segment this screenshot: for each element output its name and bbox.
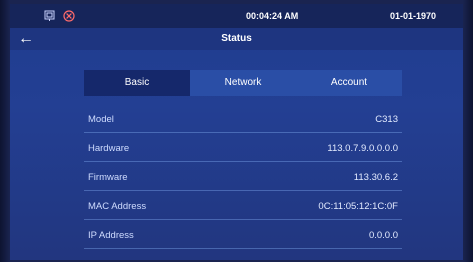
info-row-model: Model C313 — [84, 104, 402, 133]
info-label: Firmware — [88, 172, 128, 183]
info-value: C313 — [375, 114, 398, 125]
info-value: 113.0.7.9.0.0.0.0 — [327, 143, 398, 154]
tab-bar: Basic Network Account — [84, 70, 402, 96]
status-bar: 00:04:24 AM 01-01-1970 — [10, 4, 463, 28]
screen: 00:04:24 AM 01-01-1970 ← Status Basic Ne… — [10, 4, 463, 260]
info-row-mac-address: MAC Address 0C:11:05:12:1C:0F — [84, 191, 402, 220]
info-value: 0.0.0.0 — [368, 230, 398, 241]
device-bezel: 00:04:24 AM 01-01-1970 ← Status Basic Ne… — [0, 0, 473, 262]
info-label: MAC Address — [88, 201, 147, 212]
info-value: 0C:11:05:12:1C:0F — [318, 201, 398, 212]
network-status-icon — [44, 10, 56, 22]
tab-network[interactable]: Network — [190, 70, 296, 96]
info-row-firmware: Firmware 113.30.6.2 — [84, 162, 402, 191]
info-row-hardware: Hardware 113.0.7.9.0.0.0.0 — [84, 133, 402, 162]
title-bar: ← Status — [10, 28, 463, 50]
page-title: Status — [221, 33, 252, 44]
tab-account[interactable]: Account — [296, 70, 402, 96]
info-label: IP Address — [88, 230, 134, 241]
info-label: Model — [88, 114, 114, 125]
status-date: 01-01-1970 — [390, 11, 437, 21]
alert-x-icon — [63, 10, 75, 22]
status-info-list: Model C313 Hardware 113.0.7.9.0.0.0.0 Fi… — [84, 104, 402, 249]
info-row-ip-address: IP Address 0.0.0.0 — [84, 220, 402, 249]
info-value: 113.30.6.2 — [353, 172, 398, 183]
info-label: Hardware — [88, 143, 130, 154]
tab-basic[interactable]: Basic — [84, 70, 190, 96]
status-time: 00:04:24 AM — [246, 11, 299, 21]
